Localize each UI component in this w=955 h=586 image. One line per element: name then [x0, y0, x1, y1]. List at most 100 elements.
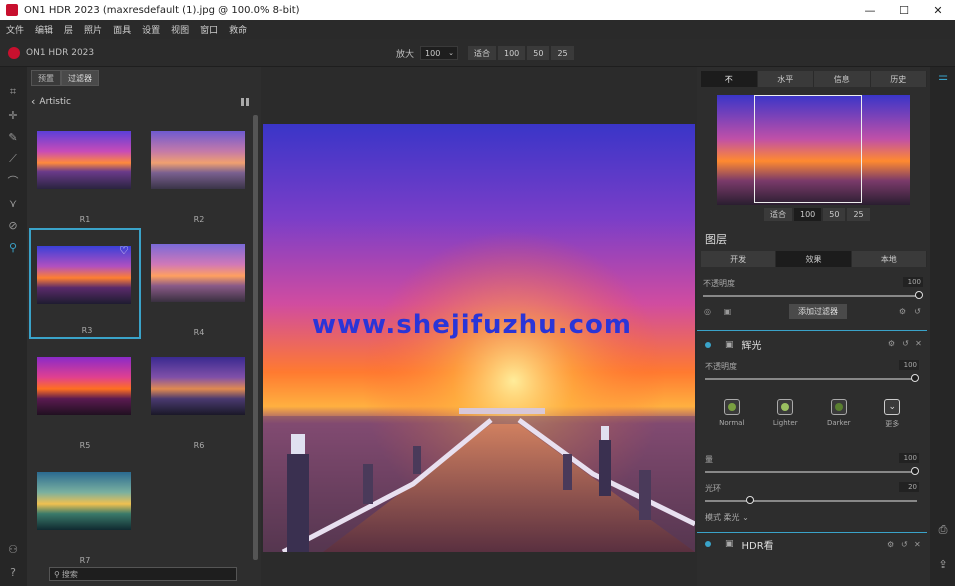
menu-mask[interactable]: 面具: [113, 23, 131, 36]
opacity-slider-knob[interactable]: [915, 291, 923, 299]
preset-thumb-r5[interactable]: R5: [29, 357, 141, 457]
help-icon[interactable]: ?: [6, 565, 20, 579]
thumb-label: R2: [193, 215, 205, 224]
mask-brush-icon[interactable]: ⌒: [6, 174, 20, 188]
navigator-preview[interactable]: [717, 95, 910, 205]
menu-edit[interactable]: 编辑: [35, 23, 53, 36]
chevron-down-icon: ⌄: [884, 399, 901, 415]
reset-icon[interactable]: ↺: [901, 540, 908, 549]
filter-glow-header[interactable]: ▣ 辉光: [705, 337, 762, 352]
adjust-panel-icon[interactable]: ⚌: [936, 69, 950, 83]
zoom-100-button[interactable]: 100: [498, 46, 526, 60]
heart-icon[interactable]: ♡: [119, 244, 129, 257]
glow-opacity-value[interactable]: 100: [899, 360, 919, 370]
filter-hdr-look-header[interactable]: ▣ HDR看 ⚙ ↺ ✕: [697, 534, 927, 554]
menu-settings[interactable]: 设置: [142, 23, 160, 36]
menu-view[interactable]: 视图: [171, 23, 189, 36]
close-icon[interactable]: ✕: [914, 339, 923, 348]
halo-knob[interactable]: [746, 496, 754, 504]
tab-effects[interactable]: 效果: [776, 251, 852, 267]
filter-hdr-look-name: HDR看: [741, 540, 774, 552]
main-photo[interactable]: www.shejifuzhu.com: [263, 124, 695, 552]
gear-icon[interactable]: ⚙: [887, 339, 896, 348]
mask-icon[interactable]: ▣: [725, 340, 734, 350]
line-mask-icon[interactable]: ⋎: [6, 196, 20, 210]
reset-icon[interactable]: ↺: [901, 339, 910, 348]
zoom-label: 放大: [396, 49, 415, 60]
zoom-tool-icon[interactable]: ⚲: [6, 240, 20, 254]
thumb-image: [151, 131, 245, 189]
menu-window[interactable]: 窗口: [200, 23, 218, 36]
tab-levels[interactable]: 水平: [757, 71, 814, 87]
camera-icon[interactable]: ◎: [703, 307, 712, 316]
glow-opacity-knob[interactable]: [911, 374, 919, 382]
zoom-select[interactable]: 100 ⌄: [420, 46, 459, 60]
close-button[interactable]: ✕: [921, 0, 955, 20]
amount-slider[interactable]: [705, 471, 917, 473]
preset-normal[interactable]: Normal: [712, 399, 752, 444]
halo-value[interactable]: 20: [899, 482, 919, 492]
tab-filters[interactable]: 过滤器: [61, 70, 99, 86]
browser-search-input[interactable]: ⚲ 搜索: [49, 567, 237, 581]
print-icon[interactable]: ⎙: [935, 523, 951, 537]
filter-enabled-dot[interactable]: [705, 341, 711, 348]
zoom-fit-button[interactable]: 适合: [468, 46, 496, 60]
maximize-button[interactable]: ☐: [887, 0, 921, 20]
brush-tool-icon[interactable]: ✎: [6, 130, 20, 144]
user-icon[interactable]: ⚇: [6, 542, 20, 556]
preset-thumb-r1[interactable]: R1: [29, 131, 141, 231]
nav-zoom-fit[interactable]: 适合: [764, 208, 792, 221]
nav-zoom-25[interactable]: 25: [847, 208, 870, 221]
glow-opacity-slider[interactable]: [705, 378, 917, 380]
menu-layer[interactable]: 层: [64, 23, 73, 36]
reset-icon[interactable]: ↺: [913, 307, 922, 316]
preset-thumb-r7[interactable]: R7: [29, 472, 141, 572]
gear-icon[interactable]: ⚙: [887, 540, 894, 549]
menu-photo[interactable]: 照片: [84, 23, 102, 36]
zoom-25-button[interactable]: 25: [551, 46, 574, 60]
opacity-slider[interactable]: [703, 295, 919, 297]
preset-thumb-r4[interactable]: R4: [143, 244, 255, 344]
filter-glow-name: 辉光: [741, 341, 762, 352]
amount-knob[interactable]: [911, 467, 919, 475]
back-to-category[interactable]: ‹ Artistic: [31, 95, 71, 108]
tab-local[interactable]: 本地: [851, 251, 927, 267]
add-filter-button[interactable]: 添加过滤器: [789, 304, 847, 319]
preset-thumb-r3[interactable]: ♡ R3: [29, 228, 141, 339]
mask-icon[interactable]: ▣: [725, 539, 734, 549]
zoom-50-button[interactable]: 50: [527, 46, 550, 60]
gear-icon[interactable]: ⚙: [898, 307, 907, 316]
navigator-viewport-box[interactable]: [754, 95, 862, 203]
nav-zoom-100[interactable]: 100: [794, 208, 822, 221]
retouch-tool-icon[interactable]: ⟋: [6, 152, 20, 166]
opacity-value[interactable]: 100: [903, 277, 923, 287]
preset-thumb-r2[interactable]: R2: [143, 131, 255, 231]
preset-more[interactable]: ⌄ 更多: [872, 399, 912, 444]
tab-develop[interactable]: 开发: [701, 251, 777, 267]
blend-mode-select[interactable]: 模式 柔光 ⌄: [705, 512, 749, 523]
preset-darker[interactable]: Darker: [819, 399, 859, 444]
minimize-button[interactable]: —: [853, 0, 887, 20]
tab-navigator[interactable]: 不: [701, 71, 758, 87]
preset-lighter[interactable]: Lighter: [765, 399, 805, 444]
close-icon[interactable]: ✕: [914, 540, 921, 549]
zoom-value: 100: [425, 48, 441, 58]
halo-slider[interactable]: [705, 500, 917, 502]
preset-thumb-r6[interactable]: R6: [143, 357, 255, 457]
tab-presets[interactable]: 预置: [31, 70, 61, 86]
amount-value[interactable]: 100: [899, 453, 919, 463]
chisel-tool-icon[interactable]: ⊘: [6, 218, 20, 232]
tab-history[interactable]: 历史: [870, 71, 927, 87]
menu-help[interactable]: 救命: [229, 23, 247, 36]
mask-icon[interactable]: ▣: [723, 307, 732, 316]
export-icon[interactable]: ⇪: [935, 557, 951, 571]
nav-zoom-50[interactable]: 50: [823, 208, 846, 221]
side-strip: ⚌ ⎙ ⇪: [930, 67, 955, 586]
crop-tool-icon[interactable]: ⌗: [6, 85, 20, 99]
move-tool-icon[interactable]: ✛: [6, 108, 20, 122]
menu-file[interactable]: 文件: [6, 23, 24, 36]
grid-view-icon[interactable]: [241, 98, 249, 106]
browser-scrollbar[interactable]: [253, 115, 258, 560]
tab-info[interactable]: 信息: [814, 71, 871, 87]
filter-enabled-dot[interactable]: [705, 541, 711, 547]
